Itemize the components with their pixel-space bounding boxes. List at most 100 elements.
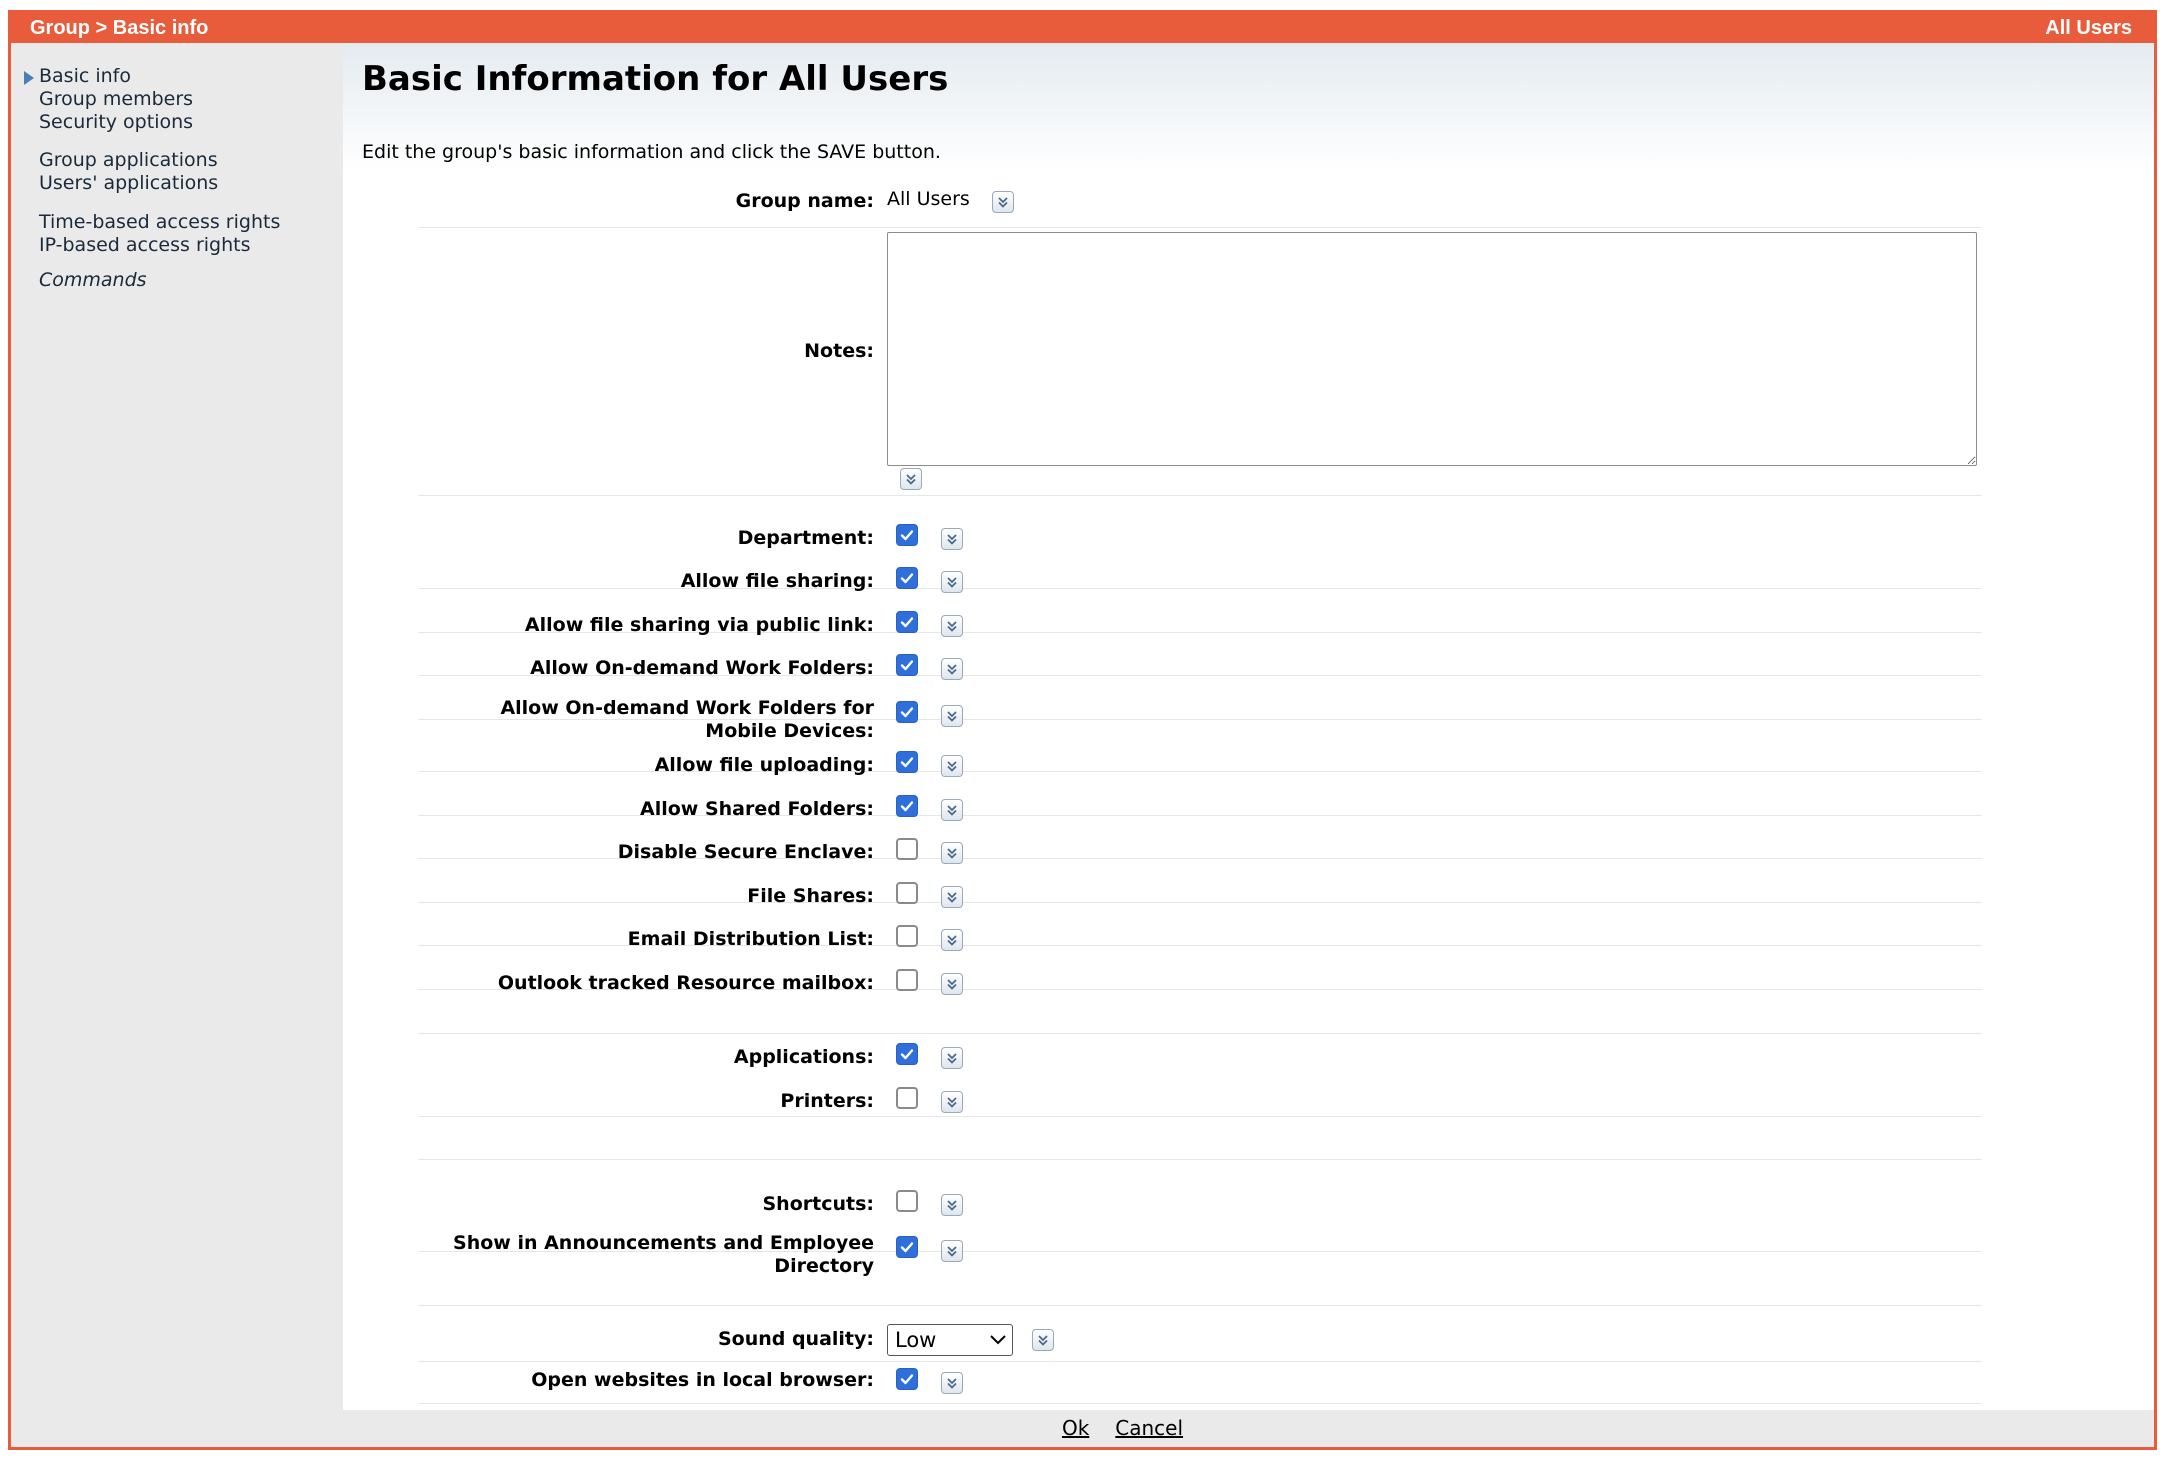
double-chevron-down-icon [947,534,957,545]
option-expander[interactable] [941,1091,963,1113]
sidebar-item-time-based-access[interactable]: Time-based access rights [39,211,280,234]
option-checkbox[interactable] [896,925,918,947]
double-chevron-down-icon [1038,1335,1048,1346]
option-checkbox[interactable] [896,1236,918,1258]
option-checkbox[interactable] [896,567,918,589]
option-expander[interactable] [941,615,963,637]
checkmark-icon [900,707,914,718]
footer: Ok Cancel [11,1410,2154,1447]
double-chevron-down-icon [947,1097,957,1108]
option-expander[interactable] [941,842,963,864]
row-separator [418,1403,1982,1404]
option-checkbox[interactable] [896,1190,918,1212]
triangle-right-icon [24,71,34,85]
option-checkbox[interactable] [896,701,918,723]
option-expander[interactable] [941,929,963,951]
page-description: Edit the group's basic information and c… [362,141,941,163]
double-chevron-down-icon [947,761,957,772]
sidebar: Basic info Group members Security option… [11,43,343,1423]
double-chevron-down-icon [947,711,957,722]
row-separator [418,902,1982,903]
titlebar-right-label: All Users [2045,17,2132,39]
checkbox-label: Allow file sharing: [680,570,874,592]
checkbox-label: Applications: [733,1046,874,1068]
open-websites-expander[interactable] [941,1372,963,1394]
titlebar: Group > Basic info All Users [11,13,2154,43]
sound-quality-value: Low [895,1328,937,1352]
cancel-button[interactable]: Cancel [1115,1410,1183,1447]
group-name-label: Group name: [735,190,874,212]
option-expander[interactable] [941,1240,963,1262]
open-websites-checkbox[interactable] [896,1368,918,1390]
app-window: Group > Basic info All Users Basic info … [8,10,2157,1450]
row-separator [418,588,1982,589]
sidebar-item-security-options[interactable]: Security options [39,111,193,134]
checkbox-label: Printers: [780,1090,874,1112]
checkmark-icon [900,660,914,671]
double-chevron-down-icon [947,892,957,903]
group-name-value: All Users [887,188,970,210]
sidebar-item-basic-info[interactable]: Basic info [39,65,193,88]
double-chevron-down-icon [947,979,957,990]
sidebar-item-group-members[interactable]: Group members [39,88,193,111]
option-expander[interactable] [941,528,963,550]
double-chevron-down-icon [947,848,957,859]
option-expander[interactable] [941,799,963,821]
option-expander[interactable] [941,658,963,680]
sound-quality-expander[interactable] [1032,1329,1054,1351]
checkbox-label: File Shares: [747,885,874,907]
ok-button[interactable]: Ok [1062,1410,1089,1447]
nav-group-basic: Basic info Group members Security option… [24,65,193,134]
double-chevron-down-icon [947,1246,957,1257]
sidebar-item-ip-based-access[interactable]: IP-based access rights [39,234,280,257]
option-expander[interactable] [941,755,963,777]
nav-group-access-rights: Time-based access rights IP-based access… [39,211,280,257]
option-checkbox[interactable] [896,654,918,676]
sound-quality-select[interactable]: Low [887,1324,1013,1356]
option-checkbox[interactable] [896,1043,918,1065]
option-expander[interactable] [941,973,963,995]
option-expander[interactable] [941,571,963,593]
double-chevron-down-icon [947,1378,957,1389]
row-separator [418,1305,1982,1306]
sidebar-item-users-applications[interactable]: Users' applications [39,172,218,195]
row-separator [418,227,1982,228]
checkbox-label: Outlook tracked Resource mailbox: [497,972,874,994]
page-title: Basic Information for All Users [362,59,949,99]
double-chevron-down-icon [947,935,957,946]
option-checkbox[interactable] [896,751,918,773]
notes-expander[interactable] [900,468,922,490]
checkmark-icon [900,617,914,628]
option-checkbox[interactable] [896,524,918,546]
notes-label: Notes: [804,340,874,362]
double-chevron-down-icon [998,197,1008,208]
option-checkbox[interactable] [896,882,918,904]
double-chevron-down-icon [947,664,957,675]
option-expander[interactable] [941,1047,963,1069]
row-separator [418,495,1982,496]
notes-textarea[interactable] [887,232,1977,466]
sidebar-item-commands[interactable]: Commands [39,269,147,292]
option-expander[interactable] [941,705,963,727]
group-name-expander[interactable] [992,191,1014,213]
option-checkbox[interactable] [896,1087,918,1109]
nav-group-applications: Group applications Users' applications [39,149,218,195]
option-checkbox[interactable] [896,969,918,991]
checkbox-label: Disable Secure Enclave: [617,841,874,863]
row-separator [418,1159,1982,1160]
option-checkbox[interactable] [896,795,918,817]
sidebar-item-group-applications[interactable]: Group applications [39,149,218,172]
checkbox-label: Allow file uploading: [654,754,874,776]
checkmark-icon [900,801,914,812]
option-expander[interactable] [941,886,963,908]
checkmark-icon [900,1242,914,1253]
checkbox-label: Department: [737,527,874,549]
option-checkbox[interactable] [896,838,918,860]
option-expander[interactable] [941,1194,963,1216]
checkbox-label: Show in Announcements and Employee Direc… [453,1232,874,1277]
row-separator [418,1116,1982,1117]
option-checkbox[interactable] [896,611,918,633]
double-chevron-down-icon [947,577,957,588]
checkmark-icon [900,573,914,584]
double-chevron-down-icon [947,805,957,816]
